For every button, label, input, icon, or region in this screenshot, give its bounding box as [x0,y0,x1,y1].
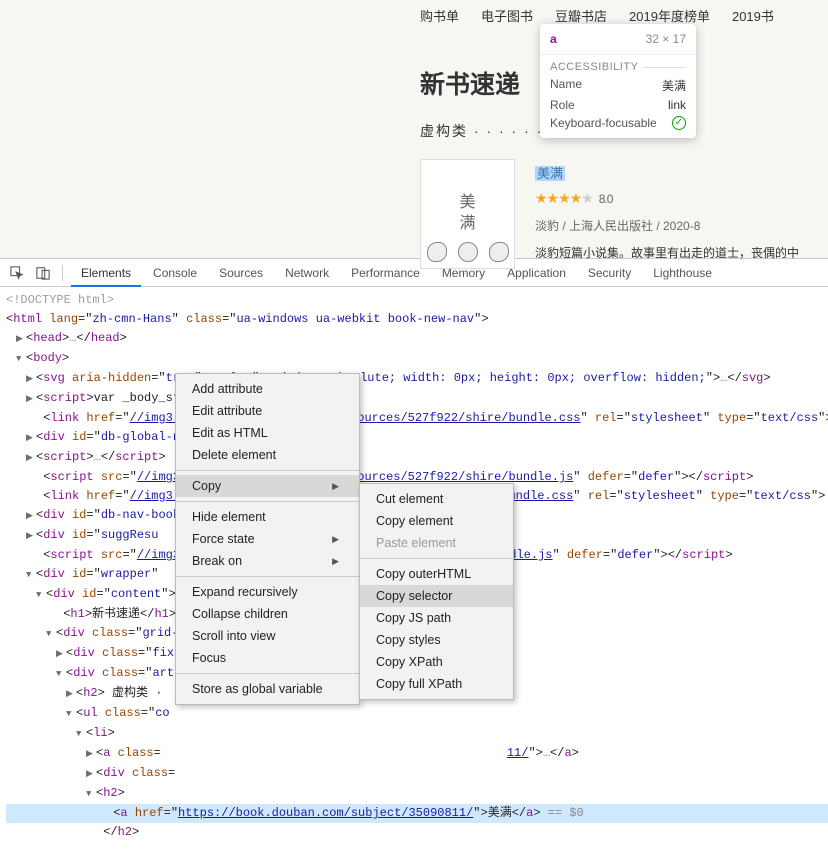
tab-sources[interactable]: Sources [209,259,273,287]
menu-separator [176,576,359,577]
menu-separator [176,501,359,502]
ctx-copy-element[interactable]: Copy element [360,510,513,532]
ctx-store-global[interactable]: Store as global variable [176,678,359,700]
ctx-copy-styles[interactable]: Copy styles [360,629,513,651]
dots: · · · · · · [468,123,543,139]
dom-line[interactable]: ▶<script>…</script> [6,448,828,468]
ctx-delete-element[interactable]: Delete element [176,444,359,466]
menu-separator [176,673,359,674]
tooltip-row-name: Name美满 [540,75,696,96]
dom-line[interactable]: <link href="//img3.dources/527f922/shire… [6,409,828,428]
ctx-add-attribute[interactable]: Add attribute [176,378,359,400]
dom-line[interactable]: ▶<a class=11/">…</a> [6,744,828,764]
nav-link[interactable]: 2019年度榜单 [629,6,710,25]
dom-line[interactable]: ▼<li> [6,724,828,744]
book-info: 美满 ★★★★★8.0 淡豹 / 上海人民出版社 / 2020-8 淡豹短篇小说… [535,159,799,269]
ctx-copy-js-path[interactable]: Copy JS path [360,607,513,629]
ctx-scroll-into-view[interactable]: Scroll into view [176,625,359,647]
ctx-expand-recursively[interactable]: Expand recursively [176,581,359,603]
ctx-copy-full-xpath[interactable]: Copy full XPath [360,673,513,695]
dom-line[interactable]: ▶<head>…</head> [6,329,828,349]
ctx-edit-attribute[interactable]: Edit attribute [176,400,359,422]
dom-line[interactable]: </h2> [6,823,828,842]
rating-value: 8.0 [599,192,613,206]
cover-decoration [421,242,514,262]
ctx-edit-as-html[interactable]: Edit as HTML [176,422,359,444]
dom-line-selected[interactable]: <a href="https://book.douban.com/subject… [6,804,828,823]
top-navigation: 购书单 电子图书 豆瓣书店 2019年度榜单 2019书 [420,0,828,25]
publisher-info: 淡豹 / 上海人民出版社 / 2020-8 [535,217,799,234]
dom-line[interactable]: ▶<div class= [6,764,828,784]
nav-link[interactable]: 购书单 [420,6,459,25]
tooltip-section-title: ACCESSIBILITY [540,54,696,75]
ctx-copy-outerhtml[interactable]: Copy outerHTML [360,563,513,585]
tab-elements[interactable]: Elements [71,259,141,287]
dom-line[interactable]: ▼<ul class="co [6,704,828,724]
menu-separator [176,470,359,471]
ctx-hide-element[interactable]: Hide element [176,506,359,528]
book-title-link[interactable]: 美满 [535,166,565,181]
chevron-right-icon: ▶ [332,534,339,545]
ctx-cut-element[interactable]: Cut element [360,488,513,510]
element-inspect-tooltip: a 32 × 17 ACCESSIBILITY Name美满 Rolelink … [540,24,696,138]
ctx-focus[interactable]: Focus [176,647,359,669]
cover-title: 美 满 [459,193,475,235]
webpage-content: 购书单 电子图书 豆瓣书店 2019年度榜单 2019书 新书速递 虚构类 · … [0,0,828,258]
tooltip-dimensions: 32 × 17 [646,32,686,46]
ctx-paste-element[interactable]: Paste element [360,532,513,554]
dom-line[interactable]: ▶<div id="db-global-n [6,428,828,448]
dom-line[interactable]: <!DOCTYPE html> [6,291,828,310]
dom-line[interactable]: ▼<h2> [6,784,828,804]
ctx-collapse-children[interactable]: Collapse children [176,603,359,625]
dom-line[interactable]: ▶<svg aria-hidden="true" style="position… [6,369,828,389]
tab-console[interactable]: Console [143,259,207,287]
nav-link[interactable]: 豆瓣书店 [555,6,607,25]
book-cover[interactable]: 美 满 [420,159,515,269]
category-text: 虚构类 [420,123,468,139]
device-toolbar-icon[interactable] [32,262,54,284]
inspect-element-icon[interactable] [6,262,28,284]
menu-separator [360,558,513,559]
context-submenu-copy: Cut element Copy element Paste element C… [359,483,514,700]
dom-line[interactable]: <html lang="zh-cmn-Hans" class="ua-windo… [6,310,828,329]
chevron-right-icon: ▶ [332,481,339,492]
rating-stars: ★★★★★8.0 [535,190,799,207]
ctx-copy-selector[interactable]: Copy selector [360,585,513,607]
nav-link[interactable]: 2019书 [732,6,774,25]
book-description: 淡豹短篇小说集。故事里有出走的道士，丧偶的中 [535,244,799,261]
ctx-copy-xpath[interactable]: Copy XPath [360,651,513,673]
check-icon: ✓ [672,116,686,130]
context-menu: Add attribute Edit attribute Edit as HTM… [175,373,360,705]
ctx-copy[interactable]: Copy▶ [176,475,359,497]
tab-performance[interactable]: Performance [341,259,430,287]
tab-network[interactable]: Network [275,259,339,287]
dom-line[interactable]: ▶<script>var _body_st [6,389,828,409]
nav-link[interactable]: 电子图书 [481,6,533,25]
tooltip-row-role: Rolelink [540,96,696,114]
tooltip-row-focusable: Keyboard-focusable✓ [540,114,696,138]
ctx-force-state[interactable]: Force state▶ [176,528,359,550]
chevron-right-icon: ▶ [332,556,339,567]
tooltip-element-tag: a [550,32,557,46]
ctx-break-on[interactable]: Break on▶ [176,550,359,572]
book-item: 美 满 美满 ★★★★★8.0 淡豹 / 上海人民出版社 / 2020-8 淡豹… [420,159,828,269]
dom-line[interactable]: ▼<body> [6,349,828,369]
